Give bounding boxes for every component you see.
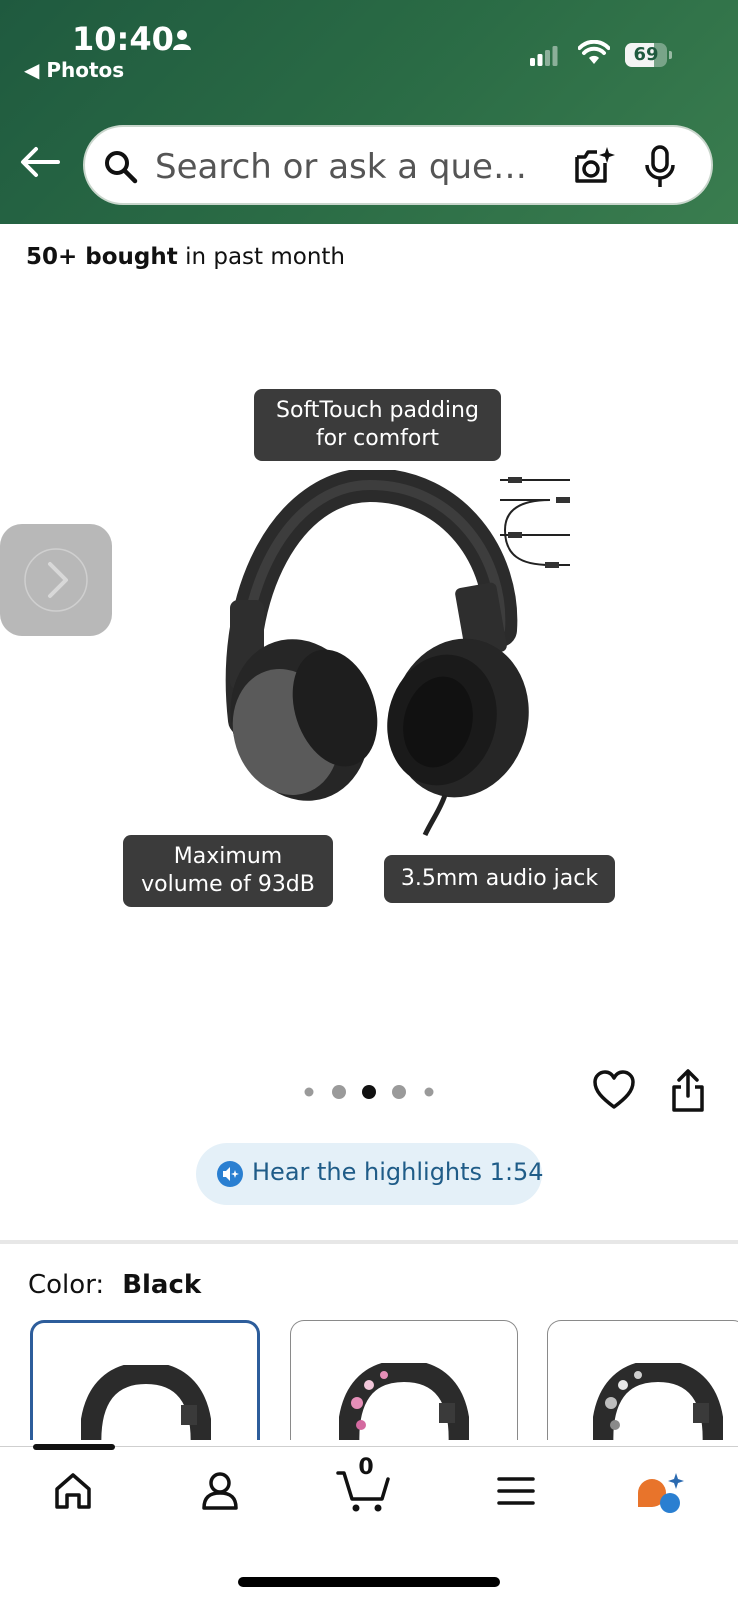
color-selection-label: Color: Black [28, 1270, 202, 1300]
callout-volume: Maximum volume of 93dB [123, 835, 333, 907]
selected-color: Black [122, 1270, 202, 1300]
battery-indicator: 69 [625, 43, 672, 67]
swatch-headphone-image [339, 1363, 469, 1440]
person-icon [173, 30, 191, 50]
color-swatch-pink-camo[interactable] [290, 1320, 518, 1440]
menu-icon[interactable] [497, 1471, 535, 1511]
swatch-headphone-image [81, 1365, 211, 1440]
cart-button[interactable]: 0 [336, 1455, 396, 1517]
color-swatch-gray-camo[interactable] [547, 1320, 738, 1440]
bottom-navigation: 0 [0, 1444, 738, 1601]
wifi-icon [578, 40, 610, 64]
battery-level: 69 [633, 44, 659, 65]
rufus-assistant-icon[interactable] [636, 1471, 686, 1515]
search-input[interactable]: Search or ask a que… [155, 147, 527, 187]
back-arrow-icon[interactable] [20, 146, 60, 178]
color-swatch-black[interactable] [30, 1320, 260, 1440]
swatch-headphone-image [593, 1363, 723, 1440]
status-time: 10:40 [72, 20, 174, 58]
section-divider [0, 1240, 738, 1244]
home-indicator [238, 1577, 500, 1587]
chevron-right-icon [24, 548, 88, 612]
callout-jack: 3.5mm audio jack [384, 855, 615, 903]
cellular-signal-icon [530, 46, 558, 66]
hear-highlights-button[interactable]: Hear the highlights 1:54 [196, 1143, 544, 1205]
camera-search-icon[interactable] [573, 145, 617, 187]
gallery-prev-button[interactable] [0, 524, 112, 636]
product-image[interactable] [220, 470, 600, 840]
bought-count: 50+ bought in past month [26, 244, 346, 270]
search-icon [105, 151, 138, 184]
back-to-photos-link[interactable]: ◀ Photos [24, 58, 124, 82]
home-icon[interactable] [53, 1471, 93, 1511]
audio-sparkle-icon [217, 1161, 243, 1187]
header: 10:40 ◀ Photos 69 Search or ask a que… [0, 0, 738, 224]
gallery-pagination-dots[interactable] [300, 1082, 440, 1102]
hear-highlights-label: Hear the highlights 1:54 [252, 1158, 544, 1186]
active-tab-indicator [33, 1444, 115, 1450]
heart-icon[interactable] [592, 1070, 636, 1110]
share-icon[interactable] [670, 1068, 706, 1112]
microphone-icon[interactable] [645, 145, 675, 189]
search-bar[interactable]: Search or ask a que… [83, 125, 713, 205]
account-icon[interactable] [200, 1471, 240, 1511]
callout-padding: SoftTouch padding for comfort [254, 389, 501, 461]
cart-count: 0 [358, 1455, 374, 1480]
